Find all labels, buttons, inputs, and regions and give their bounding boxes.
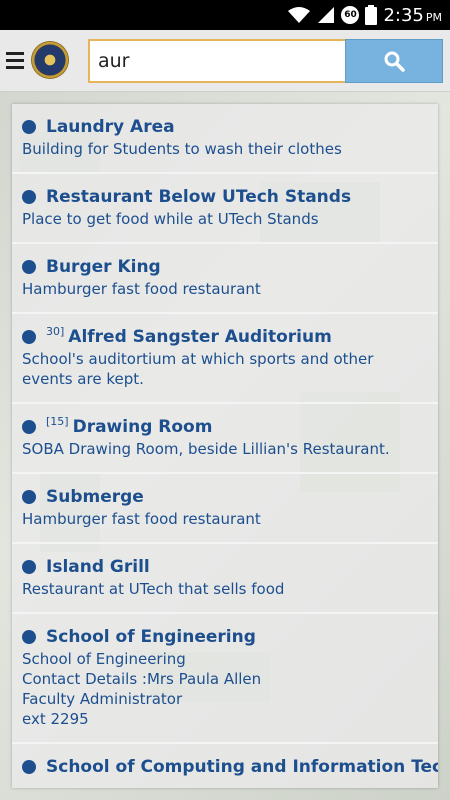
battery-icon (365, 5, 378, 25)
bullet-icon (22, 760, 36, 774)
result-title-row: School of Engineering (22, 627, 256, 647)
bullet-icon (22, 260, 36, 274)
bullet-icon (22, 560, 36, 574)
result-description: School of Engineering Contact Details :Mr… (22, 650, 262, 728)
bullet-icon (22, 630, 36, 644)
result-description: Hamburger fast food restaurant (22, 510, 261, 528)
result-title-row: Restaurant Below UTech Stands (22, 187, 351, 207)
search-box[interactable] (88, 39, 345, 83)
result-item[interactable]: School of Engineering School of Engineeri… (12, 614, 438, 744)
bullet-icon (22, 490, 36, 504)
cell-signal-icon (318, 7, 335, 23)
result-item[interactable]: School of Computing and Information Tech… (12, 744, 438, 788)
result-title-row: [15] Drawing Room (22, 414, 213, 437)
result-title-row: 30] Alfred Sangster Auditorium (22, 324, 332, 347)
result-title: Burger King (46, 257, 161, 277)
result-item[interactable]: [15] Drawing Room SOBA Drawing Room, besid… (12, 404, 438, 474)
status-bar: 60 2:35 PM (0, 0, 450, 30)
result-description: Building for Students to wash their clot… (22, 140, 342, 158)
app-bar (0, 30, 450, 92)
result-title: Submerge (46, 487, 144, 507)
search-button[interactable] (345, 39, 443, 83)
result-title-row: Burger King (22, 257, 161, 277)
result-item[interactable]: Burger King Hamburger fast food restauran… (12, 244, 438, 314)
clock-time: 2:35 (383, 4, 424, 26)
result-prefix: [15] (46, 414, 69, 428)
data-usage-badge: 60 (341, 6, 360, 24)
result-title: Island Grill (46, 557, 150, 577)
search-input[interactable] (90, 41, 345, 81)
status-icons: 60 2:35 PM (287, 0, 442, 30)
search-results-list: Laundry Area Building for Students to was… (12, 104, 438, 788)
result-item[interactable]: Island Grill Restaurant at UTech that sel… (12, 544, 438, 614)
result-title-row: Laundry Area (22, 117, 175, 137)
result-title: Alfred Sangster Auditorium (68, 327, 332, 347)
result-description: Restaurant at UTech that sells food (22, 580, 285, 598)
result-item[interactable]: Restaurant Below UTech Stands Place to ge… (12, 174, 438, 244)
wifi-icon (288, 7, 311, 23)
result-item[interactable]: Submerge Hamburger fast food restaurant (12, 474, 438, 544)
bullet-icon (22, 120, 36, 134)
bullet-icon (22, 420, 36, 434)
search-icon (384, 51, 405, 72)
result-description: School's auditortium at which sports and… (22, 350, 374, 388)
result-title-row: Submerge (22, 487, 144, 507)
result-title-row: School of Computing and Information Tech… (22, 757, 438, 777)
university-seal-logo[interactable] (32, 42, 68, 78)
bullet-icon (22, 330, 36, 344)
result-description: SOBA Drawing Room, beside Lillian's Rest… (22, 440, 390, 458)
result-title: Drawing Room (72, 417, 213, 437)
clock: 2:35 PM (383, 5, 442, 26)
result-prefix: 30] (46, 324, 65, 338)
result-title: School of Computing and Information Tech… (46, 757, 438, 777)
result-title: Restaurant Below UTech Stands (46, 187, 352, 207)
result-title-row: Island Grill (22, 557, 150, 577)
result-description: Place to get food while at UTech Stands (22, 210, 319, 228)
clock-ampm: PM (425, 10, 442, 24)
result-item[interactable]: 30] Alfred Sangster Auditorium School's au… (12, 314, 438, 404)
menu-icon[interactable] (6, 52, 24, 69)
result-description: Hamburger fast food restaurant (22, 280, 261, 298)
result-title: Laundry Area (46, 117, 175, 137)
result-item[interactable]: Laundry Area Building for Students to was… (12, 104, 438, 174)
bullet-icon (22, 190, 36, 204)
result-title: School of Engineering (46, 627, 256, 647)
